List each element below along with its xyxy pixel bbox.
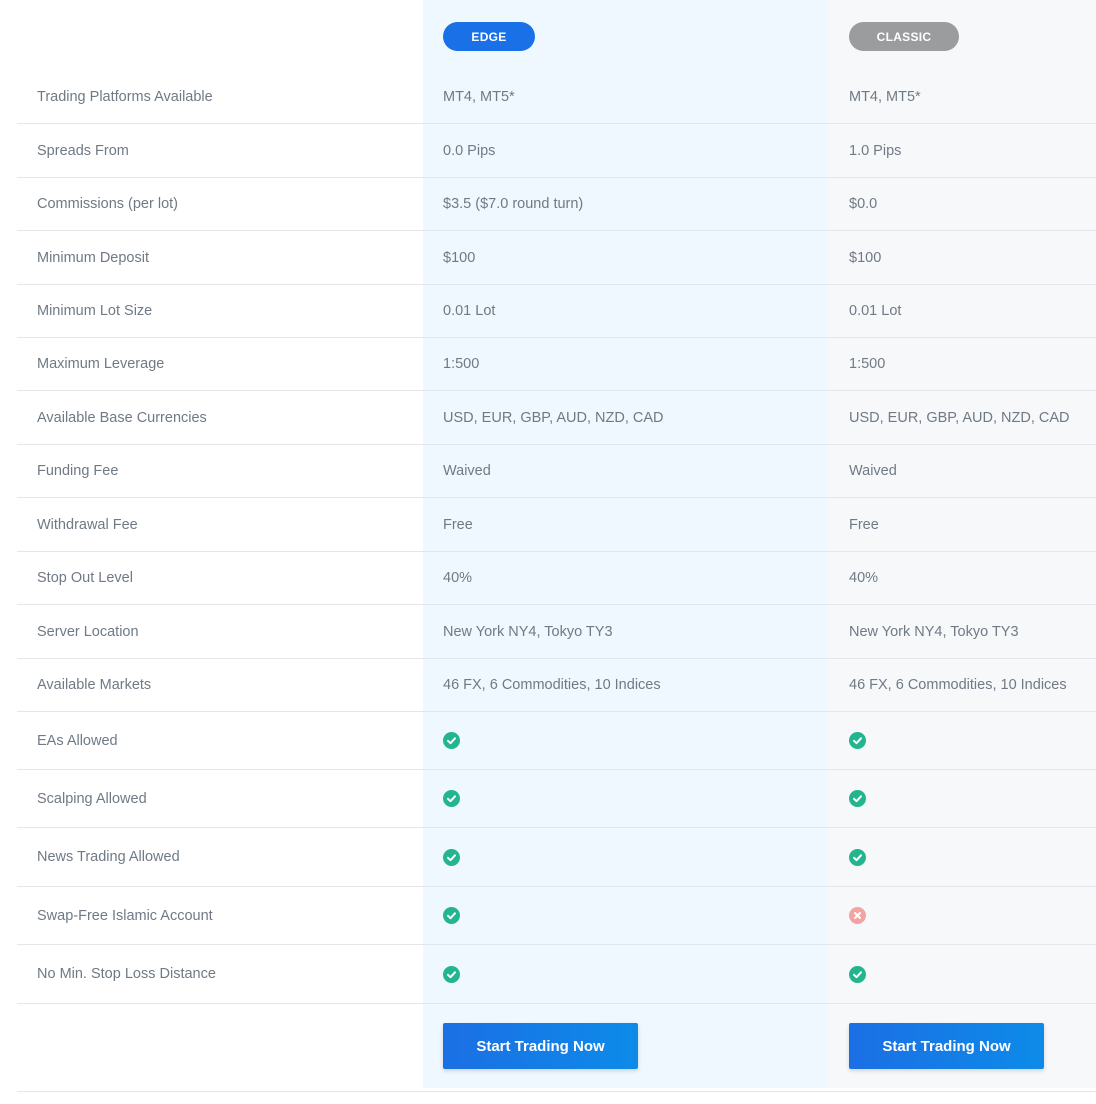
classic-value: 1:500 <box>849 356 886 372</box>
edge-value: 40% <box>443 570 473 586</box>
check-icon <box>849 965 866 983</box>
classic-plan-badge: CLASSIC <box>849 22 959 51</box>
check-icon <box>443 790 460 807</box>
classic-value: $100 <box>849 249 882 266</box>
edge-value: New York NY4, Tokyo TY3 <box>443 623 613 640</box>
edge-value: 46 FX, 6 Commodities, 10 Indices <box>443 677 661 693</box>
classic-value: 0.01 Lot <box>849 303 902 319</box>
edge-feature <box>443 712 460 769</box>
table-row: No Min. Stop Loss Distance <box>17 945 1096 1004</box>
table-row: Server Location New York NY4, Tokyo TY3 Ne… <box>17 605 1096 659</box>
table-row: Minimum Lot Size 0.01 Lot 0.01 Lot <box>17 285 1096 338</box>
row-label: Server Location <box>37 623 139 640</box>
edge-value: USD, EUR, GBP, AUD, NZD, CAD <box>443 409 664 426</box>
row-label: Maximum Leverage <box>37 356 165 372</box>
classic-value: Free <box>849 516 879 533</box>
table-row: Maximum Leverage 1:500 1:500 <box>17 338 1096 391</box>
row-label: Funding Fee <box>37 463 119 479</box>
row-label: Available Base Currencies <box>37 409 207 426</box>
edge-value: Free <box>443 516 473 533</box>
check-icon <box>443 848 460 866</box>
check-icon <box>849 790 866 807</box>
classic-feature <box>849 770 866 827</box>
table-row: Funding Fee Waived Waived <box>17 445 1096 498</box>
classic-value: Waived <box>849 463 897 479</box>
row-label: Stop Out Level <box>37 570 133 586</box>
cross-icon <box>849 907 866 924</box>
classic-value: $0.0 <box>849 196 878 212</box>
row-label: Commissions (per lot) <box>37 196 178 212</box>
classic-value: New York NY4, Tokyo TY3 <box>849 623 1019 640</box>
table-row: Minimum Deposit $100 $100 <box>17 231 1096 285</box>
edge-value: $3.5 ($7.0 round turn) <box>443 196 584 212</box>
edge-value: 0.0 Pips <box>443 142 496 159</box>
comparison-table: Trading Platforms Available MT4, MT5* MT4,… <box>17 70 1096 1092</box>
row-label: Spreads From <box>37 142 129 159</box>
classic-value: 1.0 Pips <box>849 142 902 159</box>
classic-value: 40% <box>849 570 879 586</box>
classic-value: 46 FX, 6 Commodities, 10 Indices <box>849 677 1067 693</box>
row-label: Minimum Lot Size <box>37 303 153 319</box>
edge-plan-badge: EDGE <box>443 22 535 51</box>
check-icon <box>849 732 866 749</box>
table-row: Available Markets 46 FX, 6 Commodities, 1… <box>17 659 1096 712</box>
table-row: Commissions (per lot) $3.5 ($7.0 round tu… <box>17 178 1096 231</box>
edge-feature <box>443 887 460 944</box>
row-label: Swap-Free Islamic Account <box>37 907 213 924</box>
edge-feature <box>443 828 460 886</box>
table-row: EAs Allowed <box>17 712 1096 770</box>
edge-value: Waived <box>443 463 491 479</box>
table-row: Withdrawal Fee Free Free <box>17 498 1096 552</box>
row-label: No Min. Stop Loss Distance <box>37 966 216 982</box>
row-label: News Trading Allowed <box>37 849 180 865</box>
table-row: Stop Out Level 40% 40% <box>17 552 1096 605</box>
plan-header: EDGE CLASSIC <box>0 0 1096 70</box>
classic-feature <box>849 887 866 944</box>
table-row: Trading Platforms Available MT4, MT5* MT4,… <box>17 70 1096 124</box>
edge-value: $100 <box>443 249 476 266</box>
row-label: Available Markets <box>37 677 152 693</box>
row-label: EAs Allowed <box>37 732 118 749</box>
table-row: Scalping Allowed <box>17 770 1096 828</box>
classic-value: USD, EUR, GBP, AUD, NZD, CAD <box>849 409 1070 426</box>
classic-start-trading-button[interactable]: Start Trading Now <box>849 1023 1044 1069</box>
edge-value: MT4, MT5* <box>443 88 515 105</box>
row-label: Scalping Allowed <box>37 790 147 807</box>
row-label: Withdrawal Fee <box>37 516 138 533</box>
edge-start-trading-button[interactable]: Start Trading Now <box>443 1023 638 1069</box>
classic-feature <box>849 828 866 886</box>
classic-feature <box>849 712 866 769</box>
edge-feature <box>443 770 460 827</box>
edge-value: 0.01 Lot <box>443 303 496 319</box>
check-icon <box>443 907 460 924</box>
row-label: Minimum Deposit <box>37 249 149 266</box>
table-row: Spreads From 0.0 Pips 1.0 Pips <box>17 124 1096 178</box>
check-icon <box>443 965 460 983</box>
edge-feature <box>443 945 460 1003</box>
classic-feature <box>849 945 866 1003</box>
check-icon <box>443 732 460 749</box>
table-row: News Trading Allowed <box>17 828 1096 887</box>
table-row: Swap-Free Islamic Account <box>17 887 1096 945</box>
cta-row: Start Trading Now Start Trading Now <box>17 1004 1096 1092</box>
classic-value: MT4, MT5* <box>849 88 921 105</box>
table-row: Available Base Currencies USD, EUR, GBP, … <box>17 391 1096 445</box>
edge-value: 1:500 <box>443 356 480 372</box>
row-label: Trading Platforms Available <box>37 88 213 105</box>
check-icon <box>849 848 866 866</box>
